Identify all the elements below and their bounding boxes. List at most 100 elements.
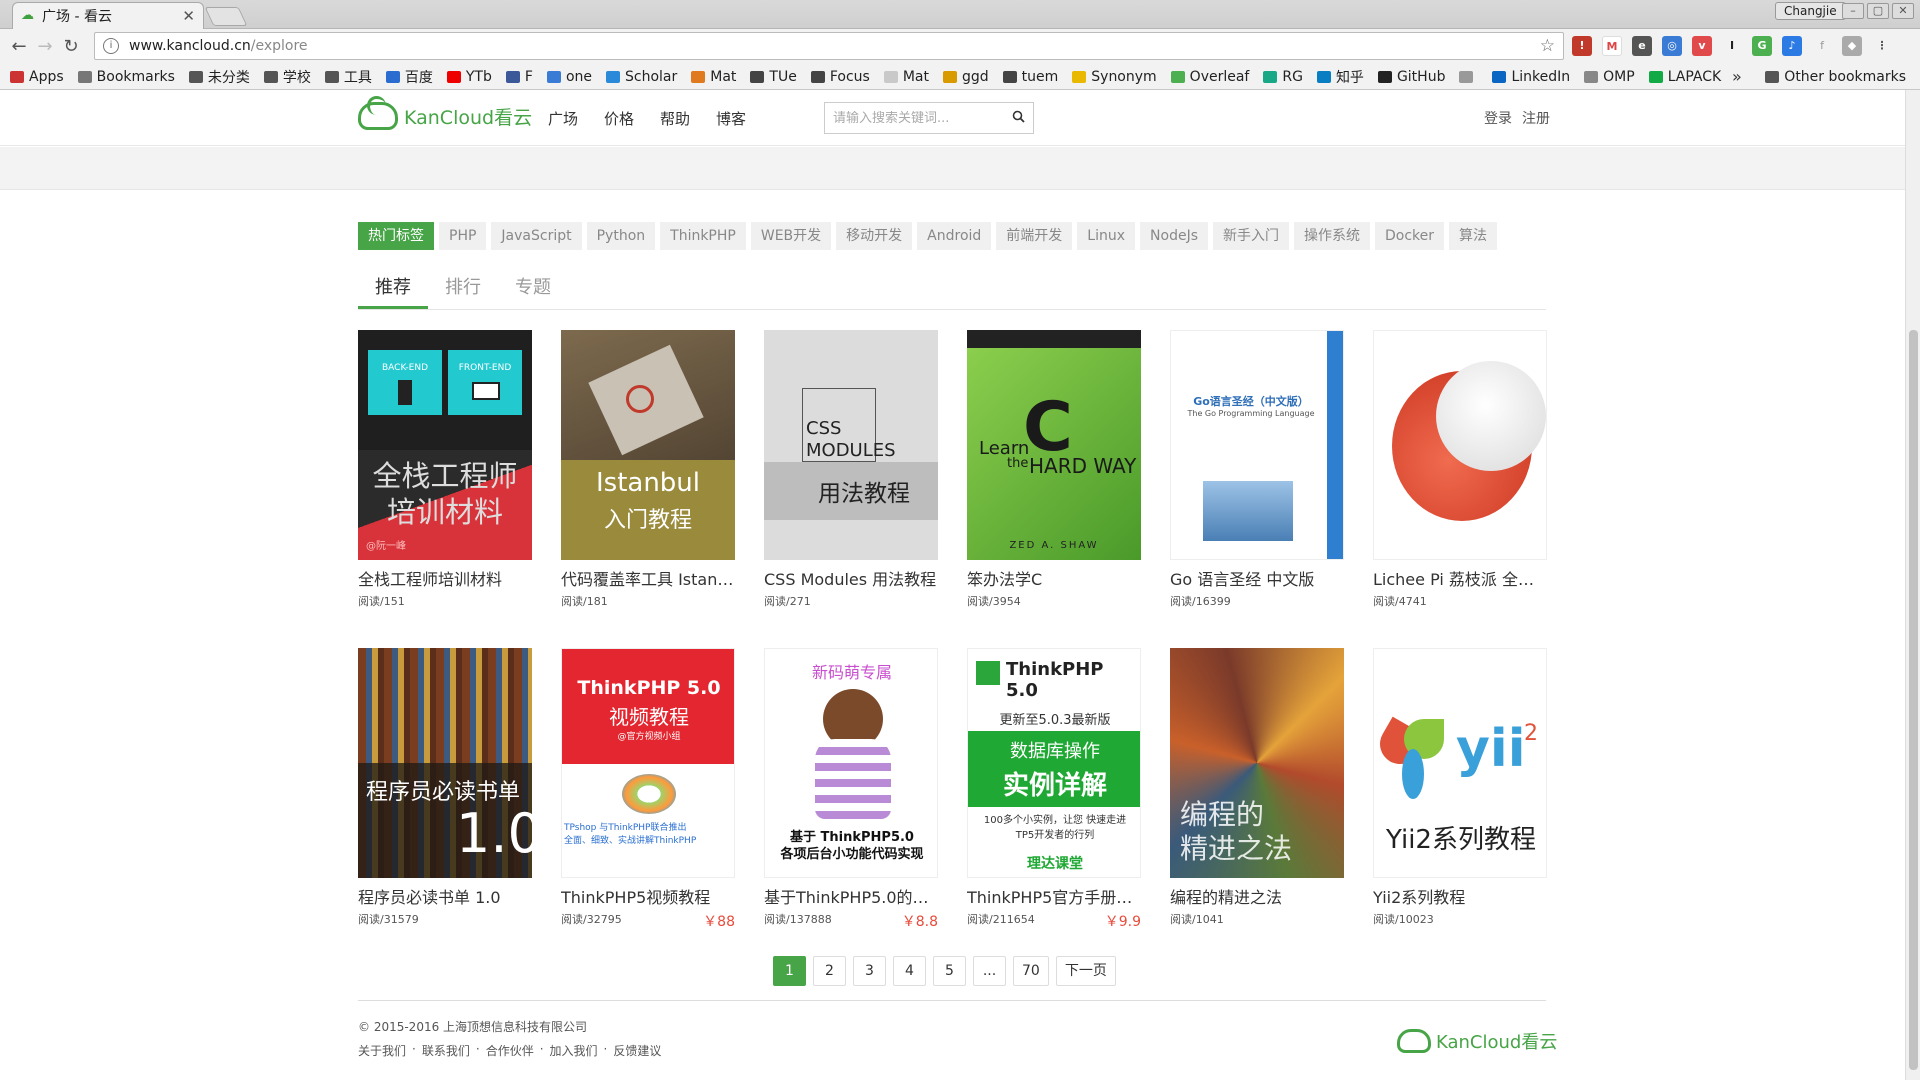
book-title[interactable]: 代码覆盖率工具 Istan… bbox=[561, 566, 735, 590]
book-title[interactable]: 编程的精进之法 bbox=[1170, 884, 1344, 908]
bookmark-star-icon[interactable]: ☆ bbox=[1540, 36, 1555, 56]
bookmark-item[interactable]: tuem bbox=[1002, 67, 1058, 87]
page-button[interactable]: 5 bbox=[933, 956, 966, 986]
tag-item[interactable]: Linux bbox=[1077, 222, 1136, 250]
gmail-icon[interactable]: M bbox=[1602, 36, 1622, 56]
book-cover[interactable]: 编程的 精进之法 bbox=[1170, 648, 1344, 878]
book-cover[interactable]: BACK-END FRONT-END 全栈工程师 培训材料 @阮一峰 bbox=[358, 330, 532, 560]
bookmark-item[interactable]: 百度 bbox=[385, 67, 433, 87]
book-title[interactable]: ThinkPHP5视频教程 bbox=[561, 884, 735, 908]
google-extension-icon[interactable]: G bbox=[1752, 36, 1772, 56]
book-card[interactable]: CSS MODULES 用法教程 CSS Modules 用法教程 阅读/271 bbox=[764, 330, 938, 609]
page-button[interactable]: 70 bbox=[1013, 956, 1049, 986]
instapaper-icon[interactable]: I bbox=[1722, 36, 1742, 56]
book-cover[interactable]: 新码萌专属 基于 ThinkPHP5.0 各项后台小功能代码实现 bbox=[764, 648, 938, 878]
bookmark-item[interactable]: LinkedIn bbox=[1492, 67, 1570, 87]
bookmark-item[interactable]: 知乎 bbox=[1316, 67, 1364, 87]
browser-tab[interactable]: ☁ 广场 - 看云 ✕ bbox=[12, 2, 204, 29]
tag-item[interactable]: ThinkPHP bbox=[660, 222, 746, 250]
book-card[interactable]: yii 2 Yii2系列教程 Yii2系列教程 阅读/10023 bbox=[1373, 648, 1547, 927]
tag-item[interactable]: 操作系统 bbox=[1294, 222, 1370, 250]
font-icon[interactable]: f bbox=[1812, 36, 1832, 56]
bookmark-item[interactable]: Synonym bbox=[1072, 67, 1157, 87]
page-button[interactable]: ... bbox=[973, 956, 1006, 986]
book-title[interactable]: ThinkPHP5官方手册… bbox=[967, 884, 1141, 908]
book-title[interactable]: CSS Modules 用法教程 bbox=[764, 566, 938, 590]
bookmark-item[interactable]: 未分类 bbox=[188, 67, 250, 87]
tag-item[interactable]: JavaScript bbox=[491, 222, 582, 250]
maximize-icon[interactable]: ▢ bbox=[1867, 3, 1889, 19]
tag-item[interactable]: Docker bbox=[1375, 222, 1445, 250]
nav-blog[interactable]: 博客 bbox=[716, 108, 746, 129]
book-title[interactable]: Lichee Pi 荔枝派 全流… bbox=[1373, 566, 1547, 590]
tag-item[interactable]: 移动开发 bbox=[836, 222, 913, 250]
bookmark-item[interactable]: Mat bbox=[883, 67, 929, 87]
page-button[interactable]: 4 bbox=[893, 956, 926, 986]
book-card[interactable]: 新码萌专属 基于 ThinkPHP5.0 各项后台小功能代码实现 基于Think… bbox=[764, 648, 938, 931]
page-scrollbar[interactable] bbox=[1905, 90, 1920, 1080]
back-arrow-icon[interactable]: ← bbox=[6, 36, 32, 57]
close-tab-icon[interactable]: ✕ bbox=[182, 7, 195, 25]
next-page-button[interactable]: 下一页 bbox=[1055, 956, 1116, 986]
nav-explore[interactable]: 广场 bbox=[548, 108, 578, 129]
bookmark-item[interactable]: Focus bbox=[810, 67, 870, 87]
profile-button[interactable]: Changjie bbox=[1775, 2, 1846, 20]
tab-ranking[interactable]: 排行 bbox=[428, 268, 498, 309]
tag-item[interactable]: PHP bbox=[439, 222, 487, 250]
tag-item[interactable]: 前端开发 bbox=[996, 222, 1073, 250]
book-title[interactable]: 程序员必读书单 1.0 bbox=[358, 884, 532, 908]
minimize-icon[interactable]: – bbox=[1842, 3, 1864, 19]
chrome-extension-icon[interactable]: ◎ bbox=[1662, 36, 1682, 56]
dictionary-icon[interactable]: ♪ bbox=[1782, 36, 1802, 56]
book-cover[interactable]: ThinkPHP 5.0 更新至5.0.3最新版 数据库操作 实例详解 100多… bbox=[967, 648, 1141, 878]
book-card[interactable]: 程序员必读书单 1.0 程序员必读书单 1.0 阅读/31579 bbox=[358, 648, 532, 927]
bookmark-item[interactable] bbox=[1459, 67, 1478, 87]
bookmark-item[interactable]: RG bbox=[1263, 67, 1303, 87]
forward-arrow-icon[interactable]: → bbox=[32, 36, 58, 57]
book-cover[interactable]: Istanbul 入门教程 bbox=[561, 330, 735, 560]
bookmark-item[interactable]: Mat bbox=[691, 67, 736, 87]
nav-pricing[interactable]: 价格 bbox=[604, 108, 634, 129]
tag-item[interactable]: Python bbox=[586, 222, 656, 250]
kancloud-logo[interactable]: KanCloud看云 bbox=[358, 96, 532, 130]
book-card[interactable]: 编程的 精进之法 编程的精进之法 阅读/1041 bbox=[1170, 648, 1344, 927]
book-title[interactable]: 基于ThinkPHP5.0的… bbox=[764, 884, 938, 908]
bookmark-item[interactable]: one bbox=[546, 67, 592, 87]
bookmark-item[interactable]: GitHub bbox=[1377, 67, 1445, 87]
bookmark-item[interactable]: Overleaf bbox=[1170, 67, 1249, 87]
info-icon[interactable]: i bbox=[103, 38, 119, 54]
tag-item[interactable]: Android bbox=[917, 222, 992, 250]
bookmark-item[interactable]: TUe bbox=[750, 67, 797, 87]
book-card[interactable]: ThinkPHP 5.0 更新至5.0.3最新版 数据库操作 实例详解 100多… bbox=[967, 648, 1141, 931]
tab-recommended[interactable]: 推荐 bbox=[358, 268, 428, 309]
tag-item[interactable]: 新手入门 bbox=[1213, 222, 1289, 250]
bookmark-item[interactable]: LAPACK bbox=[1648, 67, 1721, 87]
book-title[interactable]: 笨办法学C bbox=[967, 566, 1141, 590]
footer-link[interactable]: 加入我们 bbox=[550, 1042, 598, 1059]
book-cover[interactable]: CSS MODULES 用法教程 bbox=[764, 330, 938, 560]
book-cover[interactable]: 程序员必读书单 1.0 bbox=[358, 648, 532, 878]
tag-item[interactable]: WEB开发 bbox=[750, 222, 832, 250]
book-cover[interactable]: Go语言圣经（中文版） The Go Programming Language bbox=[1170, 330, 1344, 560]
book-title[interactable]: 全栈工程师培训材料 bbox=[358, 566, 532, 590]
bookmark-item[interactable]: F bbox=[505, 67, 533, 87]
footer-logo[interactable]: KanCloud看云 bbox=[1397, 1028, 1557, 1054]
book-title[interactable]: Go 语言圣经 中文版 bbox=[1170, 566, 1344, 590]
login-link[interactable]: 登录 bbox=[1484, 108, 1512, 128]
stop-extension-icon[interactable]: ! bbox=[1572, 36, 1592, 56]
book-card[interactable]: BACK-END FRONT-END 全栈工程师 培训材料 @阮一峰 全栈工程师… bbox=[358, 330, 532, 609]
scrollbar-thumb[interactable] bbox=[1909, 330, 1918, 1070]
other-bookmarks[interactable]: Other bookmarks bbox=[1765, 69, 1906, 85]
search-icon[interactable] bbox=[1012, 110, 1025, 127]
footer-link[interactable]: 联系我们 bbox=[422, 1042, 470, 1059]
nav-help[interactable]: 帮助 bbox=[660, 108, 690, 129]
page-button[interactable]: 2 bbox=[813, 956, 846, 986]
bookmark-item[interactable]: Bookmarks bbox=[77, 67, 175, 87]
book-card[interactable]: C Learn the HARD WAY ZED A. SHAW 笨办法学C 阅… bbox=[967, 330, 1141, 609]
bookmark-item[interactable]: ggd bbox=[942, 67, 989, 87]
tab-topics[interactable]: 专题 bbox=[498, 268, 568, 309]
bookmark-item[interactable]: Scholar bbox=[606, 67, 677, 87]
address-bar[interactable]: i www.kancloud.cn/explore ☆ bbox=[94, 32, 1564, 60]
tag-hot[interactable]: 热门标签 bbox=[358, 222, 434, 250]
book-card[interactable]: Istanbul 入门教程 代码覆盖率工具 Istan… 阅读/181 bbox=[561, 330, 735, 609]
